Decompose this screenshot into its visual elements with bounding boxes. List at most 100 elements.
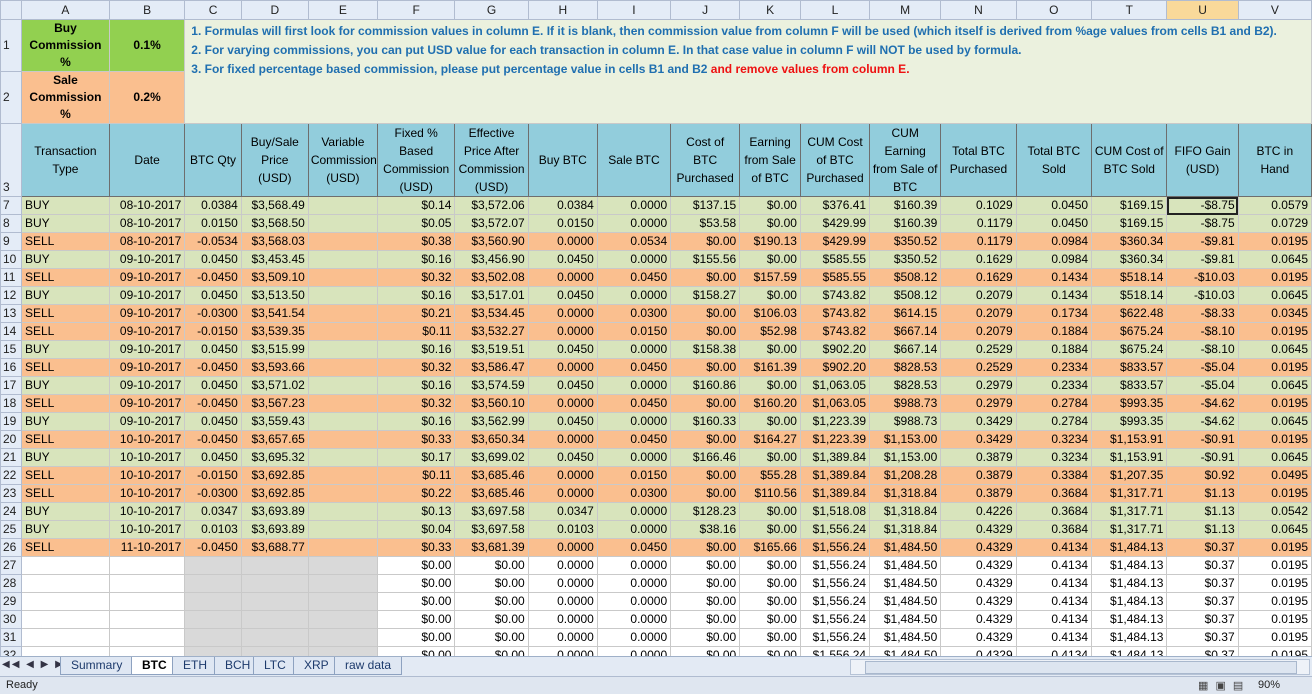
- formula-cell[interactable]: [307, 574, 378, 593]
- transaction-type-cell[interactable]: SELL: [20, 538, 110, 557]
- table-cell[interactable]: [307, 502, 378, 521]
- horizontal-scrollbar[interactable]: [850, 659, 1310, 675]
- table-cell[interactable]: $3,568.03: [240, 232, 309, 251]
- table-cell[interactable]: 0.2079: [940, 304, 1017, 323]
- table-cell[interactable]: $0.16: [376, 340, 456, 359]
- table-cell[interactable]: $902.20: [799, 340, 871, 359]
- row-number[interactable]: 23: [0, 484, 22, 503]
- table-cell[interactable]: [307, 484, 378, 503]
- row-number[interactable]: 24: [0, 502, 22, 521]
- table-cell[interactable]: 0.0000: [527, 304, 598, 323]
- table-cell[interactable]: $0.37: [1166, 538, 1239, 557]
- table-cell[interactable]: 0.0000: [596, 556, 672, 575]
- table-cell[interactable]: $3,568.49: [240, 196, 309, 215]
- table-cell[interactable]: $3,456.90: [454, 250, 529, 269]
- table-cell[interactable]: $0.17: [376, 448, 456, 467]
- table-cell[interactable]: $155.56: [670, 250, 741, 269]
- table-cell[interactable]: $1,207.35: [1091, 466, 1168, 485]
- transaction-type-cell[interactable]: SELL: [20, 268, 110, 287]
- table-cell[interactable]: $0.00: [454, 610, 529, 629]
- table-cell[interactable]: 0.0300: [596, 304, 672, 323]
- table-cell[interactable]: $3,453.45: [240, 250, 309, 269]
- table-cell[interactable]: 0.0195: [1237, 574, 1312, 593]
- table-cell[interactable]: 09-10-2017: [108, 304, 186, 323]
- table-cell[interactable]: 0.0103: [527, 520, 598, 539]
- table-cell[interactable]: 09-10-2017: [108, 268, 186, 287]
- table-cell[interactable]: 0.0450: [184, 376, 242, 395]
- table-cell[interactable]: $1,153.91: [1091, 448, 1168, 467]
- table-cell[interactable]: $0.37: [1166, 628, 1239, 647]
- column-title[interactable]: Buy BTC: [527, 123, 598, 197]
- transaction-type-cell[interactable]: SELL: [20, 394, 110, 413]
- table-cell[interactable]: 0.0195: [1237, 484, 1312, 503]
- formula-cell[interactable]: [307, 556, 378, 575]
- table-cell[interactable]: 0.0195: [1237, 232, 1312, 251]
- table-cell[interactable]: $1,063.05: [799, 394, 871, 413]
- column-header[interactable]: T: [1091, 0, 1168, 20]
- table-cell[interactable]: $0.00: [376, 592, 456, 611]
- table-cell[interactable]: [307, 286, 378, 305]
- table-cell[interactable]: $157.59: [739, 268, 801, 287]
- table-cell[interactable]: $1,556.24: [799, 520, 871, 539]
- table-cell[interactable]: -$8.75: [1166, 196, 1239, 215]
- table-cell[interactable]: $55.28: [739, 466, 801, 485]
- table-cell[interactable]: 0.4134: [1015, 610, 1093, 629]
- table-cell[interactable]: $1,153.00: [869, 430, 942, 449]
- table-cell[interactable]: 0.0450: [596, 358, 672, 377]
- table-cell[interactable]: 09-10-2017: [108, 394, 186, 413]
- table-cell[interactable]: $1,484.13: [1091, 556, 1168, 575]
- table-cell[interactable]: $0.37: [1166, 556, 1239, 575]
- transaction-type-cell[interactable]: BUY: [20, 448, 110, 467]
- table-cell[interactable]: $3,559.43: [240, 412, 309, 431]
- table-cell[interactable]: $429.99: [799, 214, 871, 233]
- column-title[interactable]: Total BTC Purchased: [940, 123, 1017, 197]
- table-cell[interactable]: 0.0450: [527, 250, 598, 269]
- table-cell[interactable]: 0.1179: [940, 214, 1017, 233]
- table-cell[interactable]: $0.16: [376, 286, 456, 305]
- table-cell[interactable]: $164.27: [739, 430, 801, 449]
- table-cell[interactable]: $53.58: [670, 214, 741, 233]
- table-cell[interactable]: [307, 304, 378, 323]
- column-title[interactable]: CUM Cost of BTC Purchased: [799, 123, 871, 197]
- table-cell[interactable]: $1,484.13: [1091, 538, 1168, 557]
- table-cell[interactable]: $0.00: [670, 358, 741, 377]
- formula-cell[interactable]: [184, 556, 242, 575]
- row-number[interactable]: 2: [0, 71, 22, 124]
- table-cell[interactable]: $1,389.84: [799, 484, 871, 503]
- column-header[interactable]: F: [376, 0, 456, 20]
- column-header[interactable]: L: [799, 0, 871, 20]
- table-cell[interactable]: $165.66: [739, 538, 801, 557]
- row-number[interactable]: 9: [0, 232, 22, 251]
- table-cell[interactable]: 0.4329: [940, 538, 1017, 557]
- table-cell[interactable]: 0.0000: [527, 538, 598, 557]
- table-cell[interactable]: 0.0000: [527, 556, 598, 575]
- table-cell[interactable]: $0.00: [670, 556, 741, 575]
- table-cell[interactable]: $1,484.50: [869, 556, 942, 575]
- table-cell[interactable]: $429.99: [799, 232, 871, 251]
- row-number[interactable]: 17: [0, 376, 22, 395]
- table-cell[interactable]: 08-10-2017: [108, 214, 186, 233]
- table-cell[interactable]: $1,484.13: [1091, 628, 1168, 647]
- formula-cell[interactable]: [240, 574, 309, 593]
- table-cell[interactable]: $0.00: [739, 448, 801, 467]
- row-number[interactable]: 7: [0, 196, 22, 215]
- sheet-tab[interactable]: raw data: [334, 657, 403, 675]
- table-cell[interactable]: 0.2979: [940, 376, 1017, 395]
- table-cell[interactable]: $3,693.89: [240, 520, 309, 539]
- input-cell[interactable]: [20, 610, 110, 629]
- table-cell[interactable]: $0.33: [376, 430, 456, 449]
- table-cell[interactable]: $622.48: [1091, 304, 1168, 323]
- table-cell[interactable]: 0.0000: [527, 574, 598, 593]
- table-cell[interactable]: $38.16: [670, 520, 741, 539]
- table-cell[interactable]: $160.39: [869, 196, 942, 215]
- table-cell[interactable]: [307, 448, 378, 467]
- column-title[interactable]: Cost of BTC Purchased: [670, 123, 741, 197]
- table-cell[interactable]: $0.21: [376, 304, 456, 323]
- table-cell[interactable]: $3,532.27: [454, 322, 529, 341]
- table-cell[interactable]: $376.41: [799, 196, 871, 215]
- table-cell[interactable]: 0.0195: [1237, 628, 1312, 647]
- table-cell[interactable]: $667.14: [869, 322, 942, 341]
- table-cell[interactable]: 0.0450: [527, 286, 598, 305]
- table-cell[interactable]: $508.12: [869, 268, 942, 287]
- spreadsheet-grid[interactable]: ABCDEFGHIJKLMNOTUV 1 Buy Commission % 0.…: [0, 0, 1312, 683]
